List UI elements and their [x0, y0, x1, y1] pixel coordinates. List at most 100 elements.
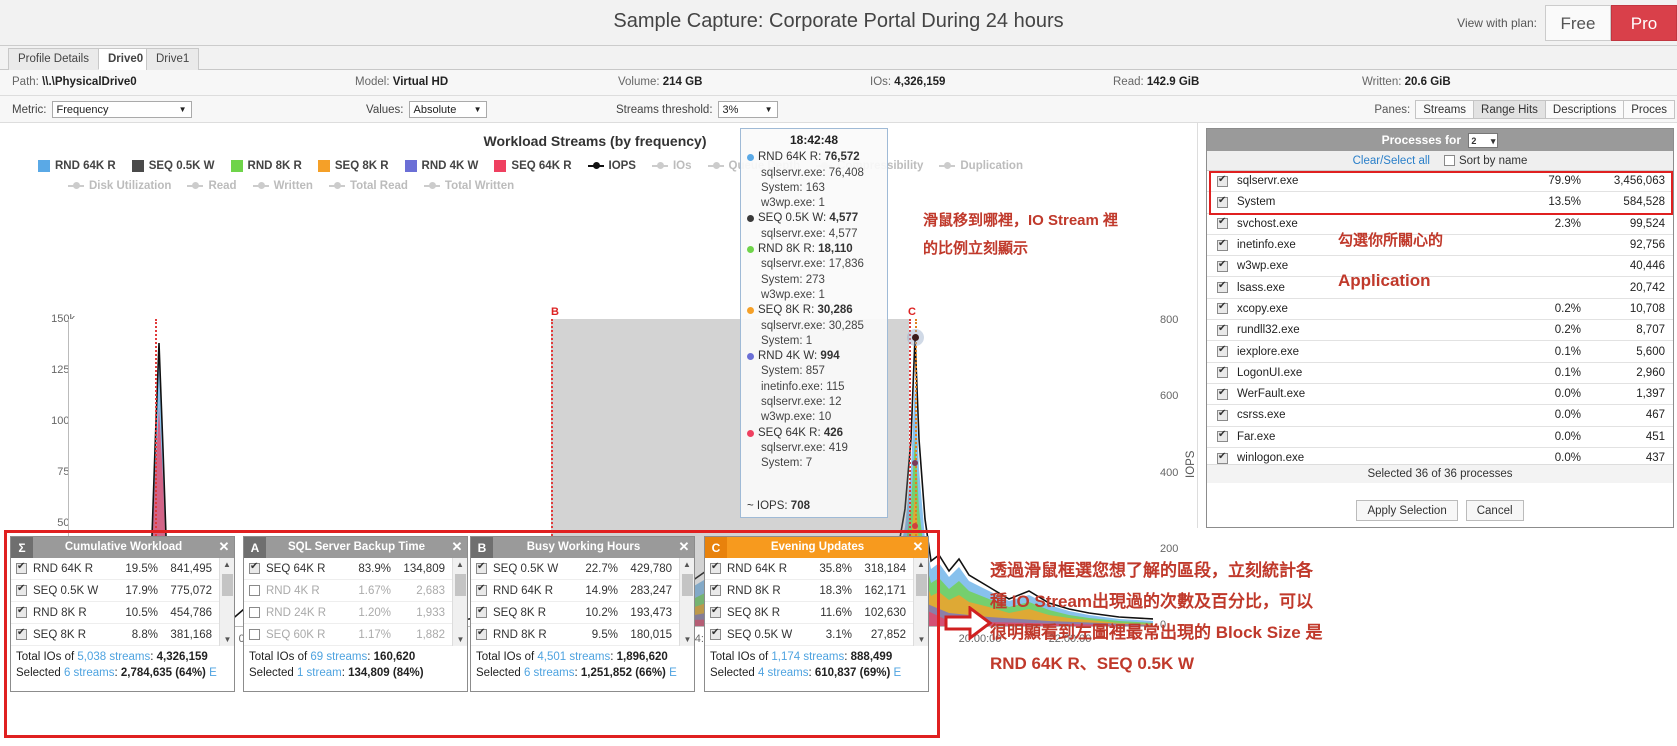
selected-streams[interactable]: 1 stream: [297, 667, 342, 679]
scroll-thumb[interactable]: [916, 574, 927, 596]
row-checkbox[interactable]: [1217, 176, 1228, 187]
total-streams[interactable]: 69 streams: [310, 651, 367, 663]
legend-item-duplication[interactable]: Duplication: [939, 160, 1023, 172]
scroll-down-icon[interactable]: ▼: [914, 633, 929, 646]
row-checkbox[interactable]: [16, 585, 27, 596]
cancel-button[interactable]: Cancel: [1466, 500, 1524, 521]
row-checkbox[interactable]: [16, 563, 27, 574]
pane-button-streams[interactable]: Streams: [1415, 100, 1473, 119]
row-checkbox[interactable]: [249, 585, 260, 596]
row-checkbox[interactable]: [1217, 346, 1228, 357]
legend-item-seq-8k-r[interactable]: SEQ 8K R: [318, 160, 389, 172]
scroll-up-icon[interactable]: ▲: [914, 558, 928, 571]
legend-item-read[interactable]: Read: [187, 180, 236, 192]
table-row[interactable]: rundll32.exe0.2%8,707: [1207, 320, 1673, 341]
legend-item-seq-05k-w[interactable]: SEQ 0.5K W: [132, 160, 215, 172]
scroll-thumb[interactable]: [455, 574, 466, 596]
table-row[interactable]: Far.exe0.0%451: [1207, 427, 1673, 448]
row-checkbox[interactable]: [1217, 218, 1228, 229]
row-checkbox[interactable]: [710, 585, 721, 596]
scroll-thumb[interactable]: [222, 574, 233, 596]
pane-button-range-hits[interactable]: Range Hits: [1473, 100, 1545, 119]
legend-item-rnd-4k-w[interactable]: RND 4K W: [405, 160, 479, 172]
scroll-up-icon[interactable]: ▲: [453, 558, 467, 571]
legend-item-seq-64k-r[interactable]: SEQ 64K R: [494, 160, 571, 172]
row-checkbox[interactable]: [1217, 261, 1228, 272]
row-checkbox[interactable]: [1217, 303, 1228, 314]
list-item[interactable]: SEQ 60K R1.17%1,882: [244, 624, 467, 646]
sort-by-name-toggle[interactable]: Sort by name: [1444, 151, 1527, 171]
list-item[interactable]: RND 4K R1.67%2,683: [244, 580, 467, 602]
row-checkbox[interactable]: [1217, 367, 1228, 378]
values-select[interactable]: Absolute ▼: [409, 101, 487, 118]
list-item[interactable]: SEQ 0.5K W3.1%27,852: [705, 624, 928, 646]
legend-item-iops[interactable]: IOPS: [588, 160, 636, 172]
tab-drive0[interactable]: Drive0: [98, 48, 153, 70]
list-item[interactable]: RND 64K R19.5%841,495: [11, 558, 234, 580]
legend-item-total-written[interactable]: Total Written: [424, 180, 514, 192]
scroll-down-icon[interactable]: ▼: [453, 633, 468, 646]
table-row[interactable]: WerFault.exe0.0%1,397: [1207, 384, 1673, 405]
table-row[interactable]: xcopy.exe0.2%10,708: [1207, 299, 1673, 320]
row-checkbox[interactable]: [476, 563, 487, 574]
scroll-down-icon[interactable]: ▼: [220, 633, 235, 646]
scroll-down-icon[interactable]: ▼: [680, 633, 695, 646]
range-marker-c[interactable]: C: [908, 306, 916, 318]
scroll-up-icon[interactable]: ▲: [220, 558, 234, 571]
list-item[interactable]: RND 8K R18.3%162,171: [705, 580, 928, 602]
row-checkbox[interactable]: [710, 607, 721, 618]
row-checkbox[interactable]: [249, 607, 260, 618]
list-item[interactable]: RND 64K R14.9%283,247: [471, 580, 694, 602]
row-checkbox[interactable]: [249, 563, 260, 574]
close-icon[interactable]: ✕: [674, 537, 694, 558]
legend-item-written[interactable]: Written: [253, 180, 313, 192]
legend-item-disk-utilization[interactable]: Disk Utilization: [68, 180, 171, 192]
scroll-up-icon[interactable]: ▲: [680, 558, 694, 571]
row-checkbox[interactable]: [710, 629, 721, 640]
row-checkbox[interactable]: [1217, 197, 1228, 208]
legend-item-ios[interactable]: IOs: [652, 160, 692, 172]
total-streams[interactable]: 4,501 streams: [537, 651, 610, 663]
list-item[interactable]: RND 8K R9.5%180,015: [471, 624, 694, 646]
table-row[interactable]: w3wp.exe40,446: [1207, 256, 1673, 277]
list-item[interactable]: SEQ 64K R83.9%134,809: [244, 558, 467, 580]
close-icon[interactable]: ✕: [447, 537, 467, 558]
list-item[interactable]: SEQ 8K R10.2%193,473: [471, 602, 694, 624]
list-item[interactable]: RND 8K R10.5%454,786: [11, 602, 234, 624]
total-streams[interactable]: 5,038 streams: [77, 651, 150, 663]
list-item[interactable]: SEQ 0.5K W22.7%429,780: [471, 558, 694, 580]
row-checkbox[interactable]: [249, 629, 260, 640]
tab-drive1[interactable]: Drive1: [146, 48, 199, 70]
range-marker-b[interactable]: B: [551, 306, 559, 318]
table-row[interactable]: System13.5%584,528: [1207, 192, 1673, 213]
list-item[interactable]: SEQ 8K R8.8%381,168: [11, 624, 234, 646]
plan-pro-button[interactable]: Pro: [1611, 5, 1677, 41]
list-item[interactable]: SEQ 0.5K W17.9%775,072: [11, 580, 234, 602]
table-row[interactable]: lsass.exe20,742: [1207, 277, 1673, 298]
checkbox-icon[interactable]: [1444, 155, 1455, 166]
row-checkbox[interactable]: [1217, 389, 1228, 400]
table-row[interactable]: LogonUI.exe0.1%2,960: [1207, 363, 1673, 384]
export-link[interactable]: E: [209, 667, 217, 679]
apply-selection-button[interactable]: Apply Selection: [1356, 500, 1457, 521]
pane-button-descriptions[interactable]: Descriptions: [1545, 100, 1623, 119]
scrollbar[interactable]: ▲ ▼: [219, 558, 234, 646]
scroll-thumb[interactable]: [682, 574, 693, 596]
clear-select-all-link[interactable]: Clear/Select all: [1353, 151, 1430, 171]
table-row[interactable]: csrss.exe0.0%467: [1207, 405, 1673, 426]
threshold-select[interactable]: 3% ▼: [718, 101, 778, 118]
selected-streams[interactable]: 6 streams: [64, 667, 115, 679]
pane-button-processes[interactable]: Proces: [1623, 100, 1675, 119]
scrollbar[interactable]: ▲ ▼: [913, 558, 928, 646]
list-item[interactable]: SEQ 8K R11.6%102,630: [705, 602, 928, 624]
row-checkbox[interactable]: [1217, 431, 1228, 442]
row-checkbox[interactable]: [16, 607, 27, 618]
legend-item-rnd-64k-r[interactable]: RND 64K R: [38, 160, 116, 172]
list-item[interactable]: RND 64K R35.8%318,184: [705, 558, 928, 580]
row-checkbox[interactable]: [1217, 453, 1228, 464]
plan-free-button[interactable]: Free: [1545, 5, 1611, 41]
total-streams[interactable]: 1,174 streams: [771, 651, 844, 663]
row-checkbox[interactable]: [476, 607, 487, 618]
close-icon[interactable]: ✕: [214, 537, 234, 558]
scrollbar[interactable]: ▲ ▼: [679, 558, 694, 646]
